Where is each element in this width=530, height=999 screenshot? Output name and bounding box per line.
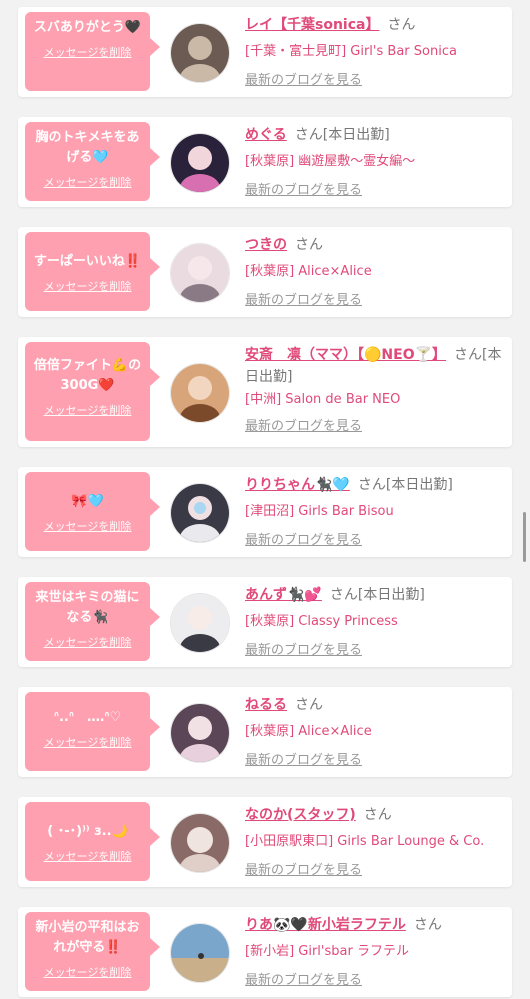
cast-name-link[interactable]: つきの [245, 237, 287, 253]
avatar-photo-icon [171, 594, 229, 652]
delete-message-link[interactable]: メッセージを削除 [44, 518, 132, 534]
message-text: スバありがとう🖤 [33, 20, 142, 35]
avatar-photo-icon [171, 924, 229, 982]
entry-info: 安斎 凛（ママ）【🟡NEO🍸】 さん[本日出勤] [中洲] Salon de Ba… [245, 344, 502, 437]
list-item: 🎀🩵 メッセージを削除 りりちゃん🐈‍⬛🩵 さん[本日出勤] [津田沼] Girl… [18, 467, 512, 557]
entry-info: つきの さん [秋葉原] Alice×Alice 最新のブログを見る [245, 235, 502, 311]
list-item: 倍倍ファイト💪の300G❤️ メッセージを削除 安斎 凛（ママ）【🟡NEO🍸】さ… [18, 337, 512, 447]
cast-name-link[interactable]: ねるる [245, 697, 287, 713]
latest-blog-link[interactable]: 最新のブログを見る [245, 750, 362, 771]
avatar-photo-icon [171, 244, 229, 302]
entry-info: なのか(スタッフ) さん [小田原駅東口] Girls Bar Lounge & … [245, 805, 502, 881]
avatar[interactable] [170, 243, 230, 303]
message-text: 新小岩の平和はおれが守る‼️ [35, 920, 140, 955]
shop-label: [小田原駅東口] Girls Bar Lounge & Co. [245, 834, 485, 849]
entry-info: めぐる さん[本日出勤] [秋葉原] 幽遊屋敷～霊女編～ 最新のブログを見る [245, 125, 502, 201]
shop-label: [秋葉原] Alice×Alice [245, 724, 372, 739]
shop-label: [津田沼] Girls Bar Bisou [245, 504, 394, 519]
shop-label: [新小岩] Girl'sbar ラフテル [245, 944, 409, 959]
cast-name-link[interactable]: 安斎 凛（ママ）【🟡NEO🍸】 [245, 347, 446, 363]
avatar[interactable] [170, 483, 230, 543]
message-bubble: すーぱーいいね‼️ メッセージを削除 [25, 232, 160, 311]
name-suffix: さん [363, 807, 392, 823]
latest-blog-link[interactable]: 最新のブログを見る [245, 530, 362, 551]
avatar-photo-icon [171, 814, 229, 872]
name-suffix: さん[本日出勤] [294, 127, 390, 143]
avatar[interactable] [170, 703, 230, 763]
entry-info: りあ🐼🖤新小岩ラフテル さん [新小岩] Girl'sbar ラフテル 最新のブロ… [245, 915, 502, 991]
shop-label: [中洲] Salon de Bar NEO [245, 392, 401, 407]
latest-blog-link[interactable]: 最新のブログを見る [245, 860, 362, 881]
list-item: 胸のトキメキをあげる🩵 メッセージを削除 めぐる さん[本日出勤] [秋葉原] 幽… [18, 117, 512, 207]
cast-name-link[interactable]: あんず🐈‍⬛💕 [245, 587, 322, 603]
shop-label: [秋葉原] 幽遊屋敷～霊女編～ [245, 154, 416, 169]
latest-blog-link[interactable]: 最新のブログを見る [245, 970, 362, 991]
latest-blog-link[interactable]: 最新のブログを見る [245, 416, 362, 437]
message-bubble: 🎀🩵 メッセージを削除 [25, 472, 160, 551]
cast-name-link[interactable]: りあ🐼🖤新小岩ラフテル [245, 917, 406, 933]
message-text: 🎀🩵 [71, 494, 104, 509]
avatar-photo-icon [171, 704, 229, 762]
avatar[interactable] [170, 813, 230, 873]
message-bubble: ( ･-･)⁾⁾ з..🌙 メッセージを削除 [25, 802, 160, 881]
entry-info: ねるる さん [秋葉原] Alice×Alice 最新のブログを見る [245, 695, 502, 771]
delete-message-link[interactable]: メッセージを削除 [44, 402, 132, 418]
list-item: 来世はキミの猫になる🐈‍⬛ メッセージを削除 あんず🐈‍⬛💕 さん[本日出勤] [… [18, 577, 512, 667]
delete-message-link[interactable]: メッセージを削除 [44, 278, 132, 294]
delete-message-link[interactable]: メッセージを削除 [44, 634, 132, 650]
scrollbar-thumb[interactable] [523, 512, 526, 562]
name-suffix: さん [295, 697, 323, 713]
latest-blog-link[interactable]: 最新のブログを見る [245, 180, 362, 201]
list-item: 新小岩の平和はおれが守る‼️ メッセージを削除 りあ🐼🖤新小岩ラフテル さん [新… [18, 907, 512, 997]
delete-message-link[interactable]: メッセージを削除 [44, 734, 132, 750]
delete-message-link[interactable]: メッセージを削除 [44, 964, 132, 980]
name-suffix: さん [387, 17, 416, 33]
avatar[interactable] [170, 363, 230, 423]
message-bubble: 胸のトキメキをあげる🩵 メッセージを削除 [25, 122, 160, 201]
avatar-photo-icon [171, 24, 229, 82]
message-text: 倍倍ファイト💪の300G❤️ [33, 358, 142, 393]
name-suffix: さん[本日出勤] [357, 477, 453, 493]
shop-label: [千葉・富士見町] Girl's Bar Sonica [245, 44, 457, 59]
entry-info: あんず🐈‍⬛💕 さん[本日出勤] [秋葉原] Classy Princess 最新… [245, 585, 502, 661]
shop-label: [秋葉原] Classy Princess [245, 614, 398, 629]
name-suffix: さん [413, 917, 442, 933]
cast-name-link[interactable]: レイ【千葉sonica】 [245, 17, 379, 33]
avatar-photo-icon [171, 364, 229, 422]
avatar[interactable] [170, 133, 230, 193]
message-text: 来世はキミの猫になる🐈‍⬛ [35, 590, 140, 625]
list-item: ( ･-･)⁾⁾ з..🌙 メッセージを削除 なのか(スタッフ) さん [小田原駅… [18, 797, 512, 887]
latest-blog-link[interactable]: 最新のブログを見る [245, 640, 362, 661]
entry-info: レイ【千葉sonica】 さん [千葉・富士見町] Girl's Bar Soni… [245, 15, 502, 91]
message-text: ᐢ..ᐢ ‥‥ᐢ♡ [53, 710, 122, 725]
avatar-photo-icon [171, 134, 229, 192]
message-bubble: 新小岩の平和はおれが守る‼️ メッセージを削除 [25, 912, 160, 991]
message-bubble: 来世はキミの猫になる🐈‍⬛ メッセージを削除 [25, 582, 160, 661]
avatar[interactable] [170, 923, 230, 983]
cast-name-link[interactable]: めぐる [245, 127, 287, 143]
cast-name-link[interactable]: なのか(スタッフ) [245, 807, 356, 823]
entry-info: りりちゃん🐈‍⬛🩵 さん[本日出勤] [津田沼] Girls Bar Bisou … [245, 475, 502, 551]
list-item: スバありがとう🖤 メッセージを削除 レイ【千葉sonica】 さん [千葉・富士見… [18, 7, 512, 97]
name-suffix: さん[本日出勤] [329, 587, 425, 603]
latest-blog-link[interactable]: 最新のブログを見る [245, 70, 362, 91]
message-bubble: スバありがとう🖤 メッセージを削除 [25, 12, 160, 91]
shop-label: [秋葉原] Alice×Alice [245, 264, 372, 279]
list-item: ᐢ..ᐢ ‥‥ᐢ♡ メッセージを削除 ねるる さん [秋葉原] Alice×Ali… [18, 687, 512, 777]
delete-message-link[interactable]: メッセージを削除 [44, 848, 132, 864]
latest-blog-link[interactable]: 最新のブログを見る [245, 290, 362, 311]
delete-message-link[interactable]: メッセージを削除 [44, 174, 132, 190]
message-text: すーぱーいいね‼️ [33, 254, 142, 269]
list-item: すーぱーいいね‼️ メッセージを削除 つきの さん [秋葉原] Alice×Ali… [18, 227, 512, 317]
avatar[interactable] [170, 593, 230, 653]
cast-name-link[interactable]: りりちゃん🐈‍⬛🩵 [245, 477, 350, 493]
avatar-photo-icon [171, 484, 229, 542]
message-bubble: 倍倍ファイト💪の300G❤️ メッセージを削除 [25, 342, 160, 441]
message-bubble: ᐢ..ᐢ ‥‥ᐢ♡ メッセージを削除 [25, 692, 160, 771]
delete-message-link[interactable]: メッセージを削除 [44, 44, 132, 60]
message-text: ( ･-･)⁾⁾ з..🌙 [47, 824, 128, 839]
avatar[interactable] [170, 23, 230, 83]
message-text: 胸のトキメキをあげる🩵 [35, 130, 140, 165]
name-suffix: さん [295, 237, 323, 253]
